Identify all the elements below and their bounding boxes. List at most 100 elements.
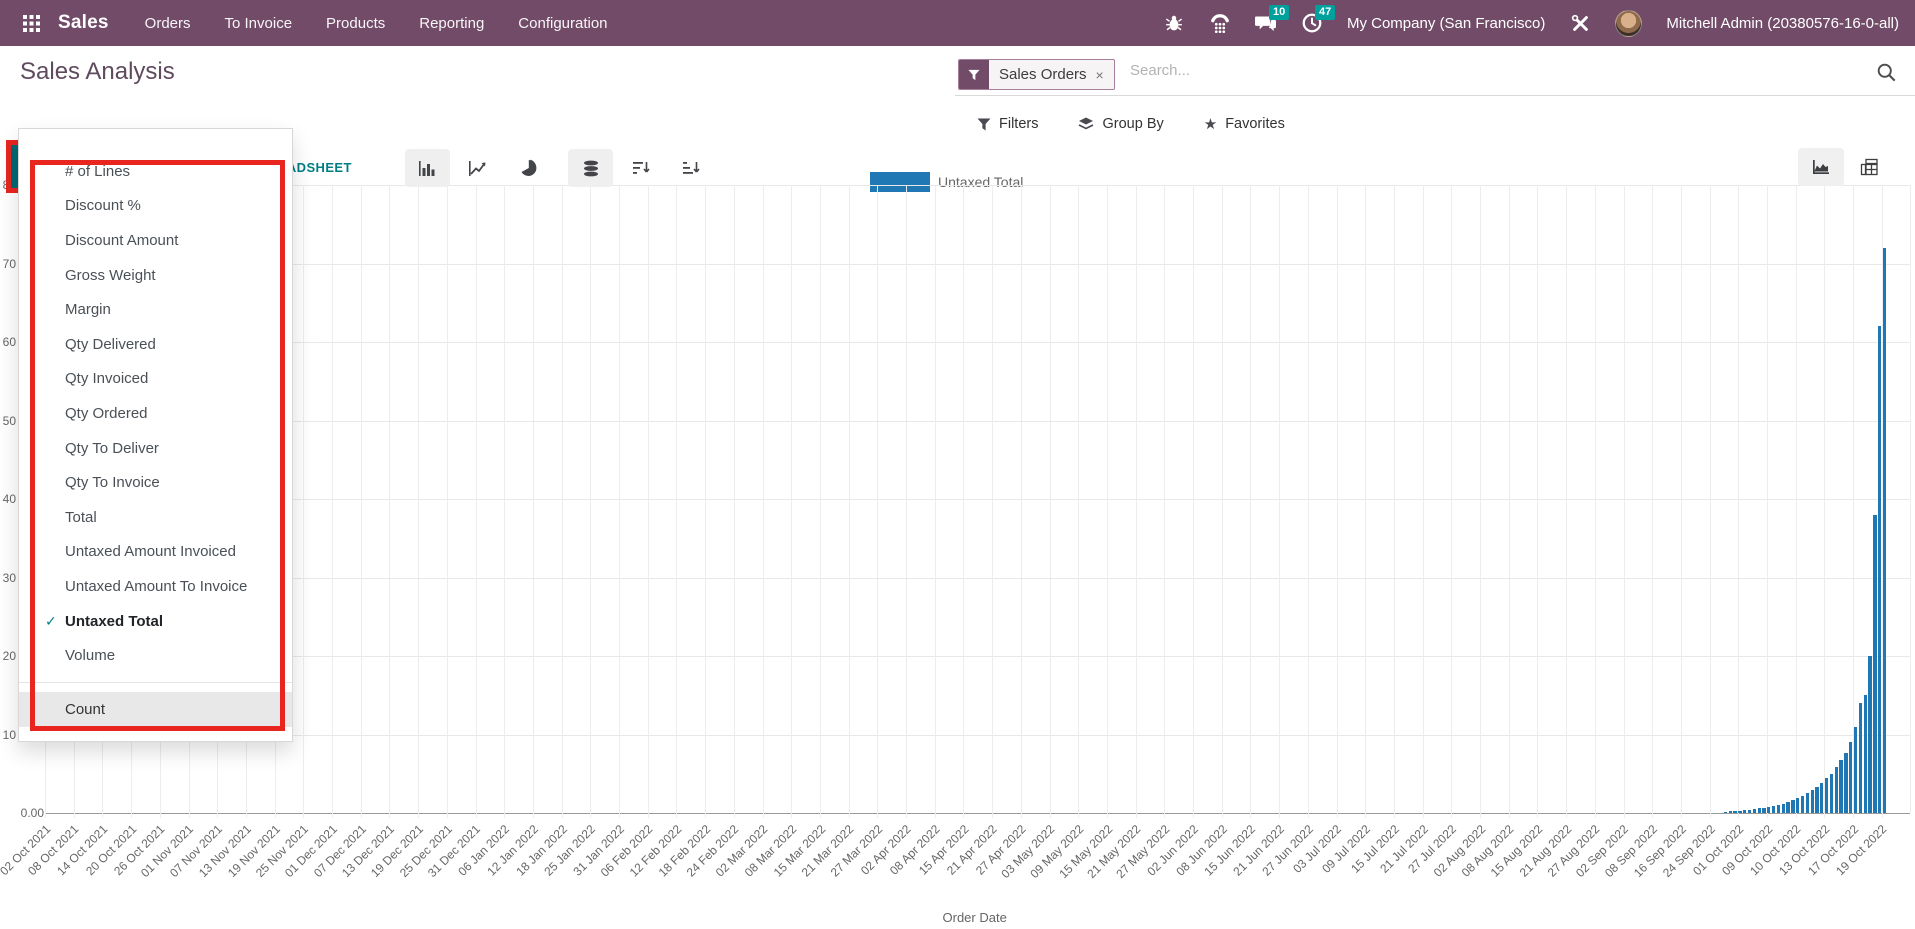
measure-item-discount-[interactable]: Discount % bbox=[19, 189, 292, 224]
activities-icon[interactable]: 47 bbox=[1301, 5, 1336, 34]
y-tick-label: 40 bbox=[2, 492, 16, 506]
filter-icon bbox=[977, 118, 991, 131]
bar-untaxed-total bbox=[1868, 656, 1872, 813]
gridline-v bbox=[504, 185, 506, 818]
x-axis-title: Order Date bbox=[942, 910, 1007, 925]
bar-chart-icon[interactable] bbox=[405, 149, 450, 187]
facet-label: Sales Orders bbox=[999, 66, 1087, 83]
measure-item-qty-to-invoice[interactable]: Qty To Invoice bbox=[19, 465, 292, 500]
measure-item-untaxed-amount-to-invoice[interactable]: Untaxed Amount To Invoice bbox=[19, 569, 292, 604]
measure-item-qty-delivered[interactable]: Qty Delivered bbox=[19, 327, 292, 362]
gridline-v bbox=[1336, 185, 1338, 818]
sort-asc-icon[interactable] bbox=[668, 149, 713, 187]
pivot-view-icon[interactable] bbox=[1846, 148, 1892, 186]
measure-item--of-lines[interactable]: # of Lines bbox=[19, 154, 292, 189]
filters-button[interactable]: Filters bbox=[977, 116, 1038, 132]
gridline-v bbox=[906, 185, 907, 818]
gridline-h bbox=[45, 420, 1910, 422]
y-tick-label: 20 bbox=[2, 649, 16, 663]
gridline-v bbox=[1537, 185, 1539, 818]
search-facet: Sales Orders × bbox=[958, 59, 1115, 90]
gridline-v bbox=[1221, 185, 1223, 818]
legend-label: Untaxed Total bbox=[938, 174, 1024, 190]
gridline-h bbox=[45, 577, 1910, 579]
menu-item-configuration[interactable]: Configuration bbox=[518, 15, 607, 32]
measure-item-qty-invoiced[interactable]: Qty Invoiced bbox=[19, 362, 292, 397]
group-by-button[interactable]: Group By bbox=[1078, 116, 1164, 132]
measure-item-count[interactable]: Count bbox=[19, 691, 292, 727]
gridline-v bbox=[848, 185, 850, 818]
bug-icon[interactable] bbox=[1163, 12, 1185, 34]
measure-item-discount-amount[interactable]: Discount Amount bbox=[19, 223, 292, 258]
measure-item-qty-ordered[interactable]: Qty Ordered bbox=[19, 396, 292, 431]
gridline-v bbox=[1049, 185, 1051, 818]
sort-desc-icon[interactable] bbox=[618, 149, 663, 187]
search-icon[interactable] bbox=[1876, 62, 1897, 88]
view-switcher bbox=[1798, 148, 1892, 186]
y-tick-label: 30 bbox=[2, 570, 16, 585]
gridline-v bbox=[1652, 185, 1654, 818]
dropdown-divider bbox=[19, 681, 292, 683]
measures-list: # of Lines Discount % Discount Amount Gross… bbox=[19, 129, 292, 727]
menu-item-products[interactable]: Products bbox=[326, 15, 385, 32]
check-icon: ✓ bbox=[45, 612, 57, 629]
gridline-v bbox=[877, 185, 879, 818]
measure-item-volume[interactable]: Volume bbox=[19, 638, 292, 673]
app-name[interactable]: Sales bbox=[58, 12, 109, 34]
gridline-v bbox=[1738, 185, 1740, 818]
legend-swatch bbox=[870, 172, 930, 192]
bar-untaxed-total bbox=[1882, 247, 1887, 813]
bar-untaxed-total bbox=[1776, 805, 1781, 813]
search-input[interactable]: Search... bbox=[1130, 62, 1190, 79]
graph-view-icon[interactable] bbox=[1798, 148, 1844, 186]
bar-untaxed-total bbox=[1796, 798, 1800, 813]
user-avatar[interactable] bbox=[1615, 9, 1643, 37]
chart-legend[interactable]: Untaxed Total bbox=[870, 172, 1023, 192]
gridline-v bbox=[619, 185, 620, 818]
bar-untaxed-total bbox=[1757, 808, 1761, 813]
gridline-v bbox=[475, 185, 477, 818]
stacked-icon[interactable] bbox=[568, 149, 613, 187]
line-chart-icon[interactable] bbox=[455, 149, 500, 187]
y-tick-label: 50 bbox=[2, 413, 16, 428]
bar-untaxed-total bbox=[1858, 703, 1863, 813]
y-tick-label: 10 bbox=[2, 727, 16, 742]
gridline-v bbox=[1566, 185, 1568, 818]
plot-right-border bbox=[1910, 185, 1911, 813]
gridline-v bbox=[1164, 185, 1166, 818]
measure-item-untaxed-amount-invoiced[interactable]: Untaxed Amount Invoiced bbox=[19, 535, 292, 570]
measure-item-untaxed-total[interactable]: ✓ Untaxed Total bbox=[19, 604, 292, 639]
bar-untaxed-total bbox=[1825, 778, 1829, 813]
dialer-icon[interactable] bbox=[1209, 12, 1231, 34]
facet-remove-icon[interactable]: × bbox=[1096, 67, 1104, 83]
gridline-v bbox=[1365, 185, 1367, 818]
bar-untaxed-total bbox=[1723, 811, 1728, 813]
grid-icon bbox=[22, 14, 40, 32]
top-navbar: Sales Orders To Invoice Products Reporting C… bbox=[0, 0, 1915, 46]
bar-untaxed-total bbox=[1767, 806, 1771, 813]
measure-item-margin[interactable]: Margin bbox=[19, 292, 292, 327]
apps-menu-icon[interactable] bbox=[14, 6, 48, 40]
gridline-v bbox=[1106, 185, 1108, 818]
pie-chart-icon[interactable] bbox=[505, 149, 550, 187]
menu-item-orders[interactable]: Orders bbox=[145, 15, 191, 32]
bar-untaxed-total bbox=[1849, 742, 1853, 813]
messages-icon[interactable]: 10 bbox=[1255, 5, 1290, 34]
search-bar[interactable]: Sales Orders × Search... bbox=[955, 52, 1915, 96]
favorites-button[interactable]: ★ Favorites bbox=[1204, 115, 1285, 133]
measure-item-qty-to-deliver[interactable]: Qty To Deliver bbox=[19, 431, 292, 466]
measure-item-gross-weight[interactable]: Gross Weight bbox=[19, 258, 292, 293]
gridline-v bbox=[1853, 185, 1855, 818]
menu-item-to-invoice[interactable]: To Invoice bbox=[225, 15, 293, 32]
measure-item-total[interactable]: Total bbox=[19, 500, 292, 535]
bar-untaxed-total bbox=[1878, 326, 1882, 813]
gridline-v bbox=[1307, 185, 1309, 818]
menu-item-reporting[interactable]: Reporting bbox=[419, 15, 484, 32]
company-switcher[interactable]: My Company (San Francisco) bbox=[1347, 15, 1545, 32]
gridline-v bbox=[1623, 185, 1625, 818]
user-menu[interactable]: Mitchell Admin (20380576-16-0-all) bbox=[1666, 15, 1899, 32]
debug-tools-icon[interactable] bbox=[1569, 12, 1591, 34]
bar-untaxed-total bbox=[1810, 790, 1814, 813]
gridline-v bbox=[1451, 185, 1453, 818]
bar-untaxed-total bbox=[1762, 807, 1766, 813]
